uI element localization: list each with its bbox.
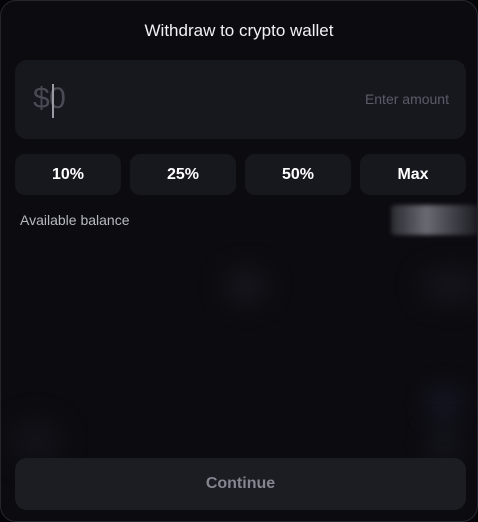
withdraw-modal: Withdraw to crypto wallet $0 Enter amoun… (0, 0, 478, 522)
continue-button[interactable]: Continue (15, 458, 466, 510)
percent-25-button[interactable]: 25% (130, 154, 236, 195)
text-caret (52, 84, 54, 118)
amount-placeholder: Enter amount (364, 91, 449, 107)
max-button[interactable]: Max (360, 154, 466, 195)
amount-value: $0 (33, 82, 66, 115)
available-balance-label: Available balance (20, 212, 130, 228)
percent-10-button[interactable]: 10% (15, 154, 121, 195)
percent-50-button[interactable]: 50% (245, 154, 351, 195)
amount-input[interactable]: $0 Enter amount (15, 60, 466, 139)
percent-button-row: 10% 25% 50% Max (15, 154, 466, 195)
modal-title: Withdraw to crypto wallet (144, 21, 334, 40)
available-balance-value-redacted (391, 205, 477, 235)
